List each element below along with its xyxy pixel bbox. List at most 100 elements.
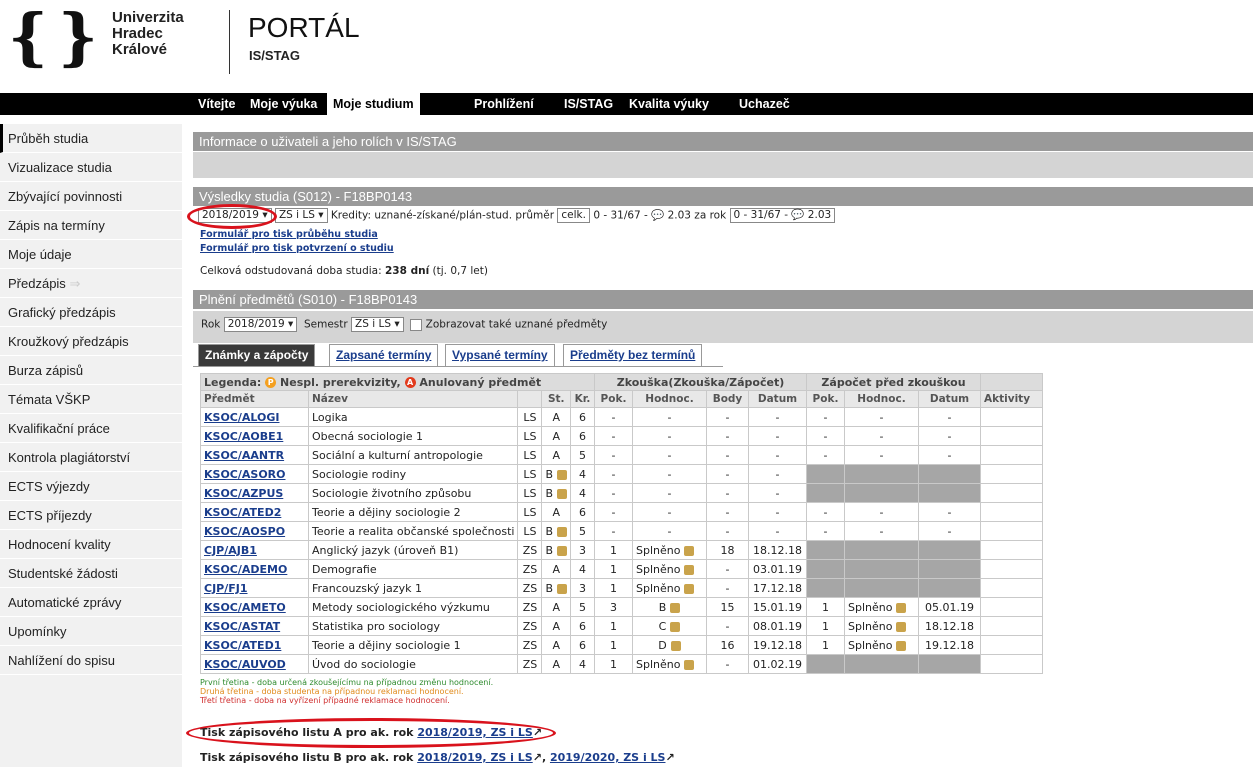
- examiner-icon[interactable]: [557, 583, 567, 594]
- nav-vitejte[interactable]: Vítejte: [198, 93, 236, 115]
- examiner-icon[interactable]: [670, 602, 681, 613]
- col-header-6[interactable]: Hodnoc.: [632, 390, 707, 408]
- table-cell: 03.01.19: [748, 559, 807, 579]
- table-cell: -: [806, 502, 845, 522]
- col-header-8[interactable]: Datum: [748, 390, 807, 408]
- table-cell: [918, 578, 981, 598]
- sidebar-item-kvalifikacni[interactable]: Kvalifikační práce: [0, 414, 182, 443]
- semestr-label: Semestr: [303, 318, 348, 331]
- print-a-link[interactable]: 2018/2019, ZS i LS: [417, 726, 533, 739]
- sidebar-item-upominky[interactable]: Upomínky: [0, 617, 182, 646]
- table-cell: -: [918, 426, 981, 446]
- course-code-link[interactable]: KSOC/ADEMO: [200, 559, 309, 579]
- col-header-12[interactable]: Aktivity: [980, 390, 1043, 408]
- course-code-link[interactable]: KSOC/ASTAT: [200, 616, 309, 636]
- sidebar-item-moje-udaje[interactable]: Moje údaje: [0, 240, 182, 269]
- sidebar-item-zbyvajici[interactable]: Zbývající povinnosti: [0, 182, 182, 211]
- table-row: KSOC/ASTAT Statistika pro sociology ZS A 6 1 C…: [200, 616, 1043, 636]
- tab-zapsane[interactable]: Zapsané termíny: [329, 344, 439, 366]
- table-cell: ZS: [517, 559, 543, 579]
- sidebar-item-zapis-terminy[interactable]: Zápis na termíny: [0, 211, 182, 240]
- table-cell: [918, 540, 981, 560]
- semestr-value: ZS i LS: [355, 318, 391, 330]
- sidebar-item-vizualizace[interactable]: Vizualizace studia: [0, 153, 182, 182]
- table-cell: -: [844, 426, 919, 446]
- nav-moje-vyuka[interactable]: Moje výuka: [250, 93, 317, 115]
- course-code-link[interactable]: KSOC/AOBE1: [200, 426, 309, 446]
- col-header-1[interactable]: Název: [307, 390, 519, 408]
- col-header-10[interactable]: Hodnoc.: [844, 390, 919, 408]
- examiner-icon[interactable]: [896, 602, 907, 613]
- sidebar-item-ects-vyjezdy[interactable]: ECTS výjezdy: [0, 472, 182, 501]
- course-code-link[interactable]: CJP/FJ1: [200, 578, 309, 598]
- examiner-icon[interactable]: [557, 526, 567, 537]
- col-header-11[interactable]: Datum: [918, 390, 981, 408]
- nav-kvalita-vyuky[interactable]: Kvalita výuky: [629, 93, 709, 115]
- examiner-icon[interactable]: [684, 659, 695, 670]
- course-code-link[interactable]: KSOC/ATED1: [200, 635, 309, 655]
- examiner-icon[interactable]: [684, 564, 695, 575]
- course-code-link[interactable]: KSOC/ASORO: [200, 464, 309, 484]
- sidebar-item-hodnoceni[interactable]: Hodnocení kvality: [0, 530, 182, 559]
- celk-select[interactable]: celk.: [557, 208, 590, 223]
- print-a-label: Tisk zápisového listu A pro ak. rok: [200, 726, 414, 739]
- examiner-icon[interactable]: [684, 583, 695, 594]
- rok-select[interactable]: 2018/2019 ▾: [223, 317, 298, 332]
- table-cell: -: [594, 521, 633, 541]
- link-print-confirmation[interactable]: Formulář pro tisk potvrzení o studiu: [200, 243, 394, 254]
- year-select[interactable]: 2018/2019 ▾: [198, 208, 272, 223]
- course-code-link[interactable]: KSOC/AUVOD: [200, 654, 309, 674]
- sidebar-item-predzapis[interactable]: Předzápis ⇒: [0, 269, 182, 298]
- course-code-link[interactable]: KSOC/AANTR: [200, 445, 309, 465]
- nav-is-stag[interactable]: IS/STAG: [564, 93, 613, 115]
- table-cell: Teorie a dějiny sociologie 1: [307, 635, 519, 655]
- table-cell: ZS: [517, 578, 543, 598]
- col-header-5[interactable]: Pok.: [594, 390, 633, 408]
- sidebar-item-plagiat[interactable]: Kontrola plagiátorství: [0, 443, 182, 472]
- sidebar-item-ects-prijezdy[interactable]: ECTS příjezdy: [0, 501, 182, 530]
- sidebar-item-burza[interactable]: Burza zápisů: [0, 356, 182, 385]
- print-b-link-2[interactable]: 2019/2020, ZS i LS: [550, 751, 666, 764]
- examiner-icon[interactable]: [896, 640, 907, 651]
- examiner-icon[interactable]: [896, 621, 907, 632]
- examiner-icon[interactable]: [670, 621, 681, 632]
- sidebar-item-zpravy[interactable]: Automatické zprávy: [0, 588, 182, 617]
- examiner-icon[interactable]: [670, 640, 681, 651]
- col-header-3[interactable]: St.: [541, 390, 571, 408]
- course-code-link[interactable]: CJP/AJB1: [200, 540, 309, 560]
- sidebar-item-temata[interactable]: Témata VŠKP: [0, 385, 182, 414]
- course-code-link[interactable]: KSOC/AZPUS: [200, 483, 309, 503]
- col-header-9[interactable]: Pok.: [806, 390, 845, 408]
- table-cell: ZS: [517, 540, 543, 560]
- tab-vypsane[interactable]: Vypsané termíny: [445, 344, 555, 366]
- nav-uchazec[interactable]: Uchazeč: [739, 93, 790, 115]
- print-b-link-1[interactable]: 2018/2019, ZS i LS: [417, 751, 533, 764]
- course-code-link[interactable]: KSOC/AMETO: [200, 597, 309, 617]
- sidebar-item-krouzkovy[interactable]: Kroužkový předzápis: [0, 327, 182, 356]
- semestr-select[interactable]: ZS i LS ▾: [351, 317, 404, 332]
- course-code-link[interactable]: KSOC/ATED2: [200, 502, 309, 522]
- sidebar-item-nahlizeni[interactable]: Nahlížení do spisu: [0, 646, 182, 675]
- link-print-progress[interactable]: Formulář pro tisk průběhu studia: [200, 229, 394, 240]
- tab-bez-terminu[interactable]: Předměty bez termínů: [563, 344, 703, 366]
- sidebar-item-prubeh-studia[interactable]: Průběh studia: [0, 124, 182, 153]
- tab-znamky[interactable]: Známky a zápočty: [198, 344, 316, 366]
- col-header-2[interactable]: [517, 390, 543, 408]
- course-code-link[interactable]: KSOC/ALOGI: [200, 407, 309, 427]
- examiner-icon[interactable]: [557, 545, 567, 556]
- col-header-0[interactable]: Předmět: [200, 390, 309, 408]
- show-recognized-checkbox[interactable]: [410, 318, 423, 331]
- col-header-4[interactable]: Kr.: [570, 390, 595, 408]
- sidebar-item-zadosti[interactable]: Studentské žádosti: [0, 559, 182, 588]
- semester-select[interactable]: ZS i LS ▾: [274, 208, 328, 223]
- nav-prohlizeni[interactable]: Prohlížení: [474, 93, 534, 115]
- nav-moje-studium[interactable]: Moje studium: [327, 93, 420, 115]
- col-header-7[interactable]: Body: [706, 390, 749, 408]
- table-cell: Teorie a realita občanské společnosti: [307, 521, 519, 541]
- examiner-icon[interactable]: [684, 545, 695, 556]
- examiner-icon[interactable]: [557, 469, 567, 480]
- table-cell: Anglický jazyk (úroveň B1): [307, 540, 519, 560]
- course-code-link[interactable]: KSOC/AOSPO: [200, 521, 309, 541]
- examiner-icon[interactable]: [557, 488, 567, 499]
- sidebar-item-graficky[interactable]: Grafický předzápis: [0, 298, 182, 327]
